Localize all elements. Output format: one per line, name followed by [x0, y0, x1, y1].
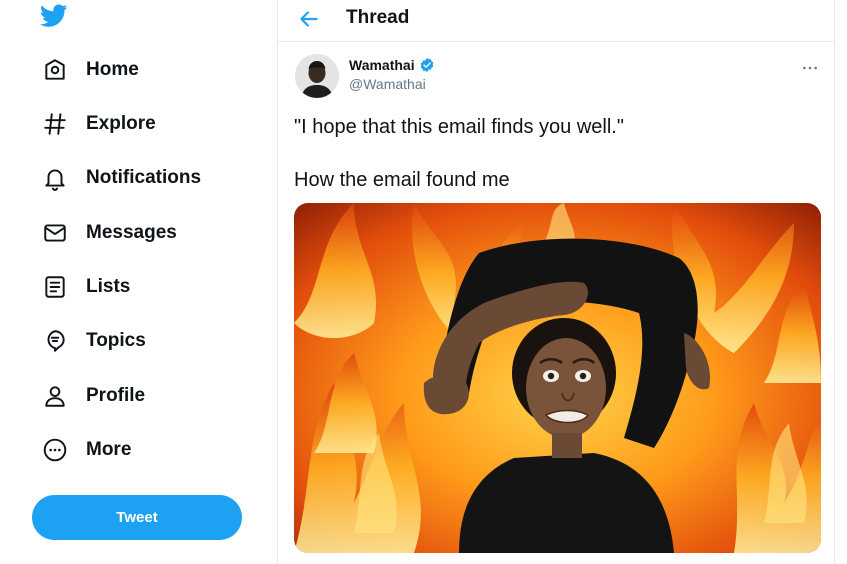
bell-icon	[40, 163, 70, 193]
meme-image[interactable]	[294, 203, 821, 553]
hashtag-icon	[40, 109, 70, 139]
author-name-text: Wamathai	[349, 57, 415, 73]
verified-badge-icon	[420, 58, 433, 72]
tweet-button[interactable]: Tweet	[32, 495, 242, 540]
sidebar-item-topics[interactable]: Topics	[40, 321, 146, 361]
sidebar-item-label: More	[86, 439, 132, 460]
home-icon	[40, 55, 70, 85]
person-icon	[40, 381, 70, 411]
page-title: Thread	[346, 7, 410, 28]
sidebar-item-label: Home	[86, 59, 139, 80]
sidebar-item-label: Messages	[86, 222, 177, 243]
sidebar-item-label: Explore	[86, 113, 156, 134]
more-circle-icon	[40, 435, 70, 465]
more-horizontal-icon[interactable]	[802, 58, 818, 76]
sidebar-item-home[interactable]: Home	[40, 50, 139, 90]
thread-column: Thread Wamathai @Wamathai "I hope that t…	[277, 0, 835, 564]
back-arrow-icon[interactable]	[296, 6, 322, 32]
tweet-text-line: How the email found me	[294, 169, 510, 191]
sidebar-item-label: Profile	[86, 385, 146, 406]
avatar[interactable]	[295, 54, 339, 98]
sidebar: Home Explore Notifications Messages List…	[0, 0, 277, 564]
author-handle[interactable]: @Wamathai	[349, 76, 426, 92]
sidebar-item-messages[interactable]: Messages	[40, 213, 177, 253]
sidebar-item-label: Notifications	[86, 167, 202, 188]
tweet-text-line: "I hope that this email finds you well."	[294, 116, 624, 138]
sidebar-item-notifications[interactable]: Notifications	[40, 158, 201, 198]
thread-header: Thread	[278, 0, 835, 42]
sidebar-item-explore[interactable]: Explore	[40, 104, 156, 144]
sidebar-item-label: Topics	[86, 330, 146, 351]
sidebar-item-label: Lists	[86, 276, 131, 297]
sidebar-item-lists[interactable]: Lists	[40, 267, 130, 307]
sidebar-item-more[interactable]: More	[40, 430, 131, 470]
twitter-bird-icon[interactable]	[39, 4, 68, 28]
sidebar-item-profile[interactable]: Profile	[40, 376, 145, 416]
list-icon	[40, 272, 70, 302]
envelope-icon	[40, 218, 70, 248]
topics-icon	[40, 326, 70, 356]
author-name[interactable]: Wamathai	[349, 57, 435, 73]
